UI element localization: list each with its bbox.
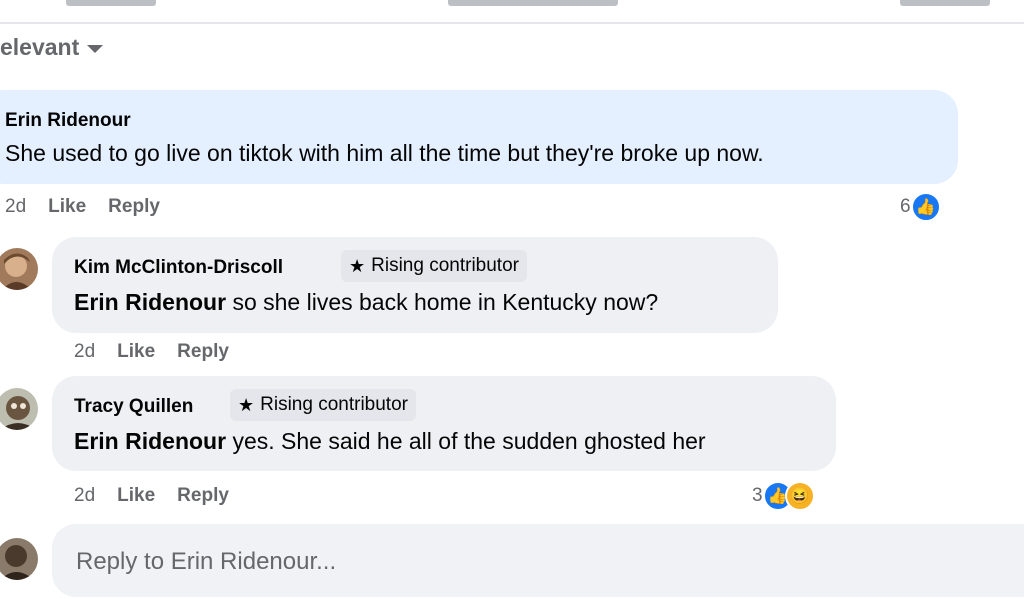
- reply-input[interactable]: [74, 524, 978, 599]
- badge-label: Rising contributor: [260, 394, 408, 415]
- reply-button[interactable]: Reply: [177, 485, 229, 506]
- like-button[interactable]: Like: [48, 196, 86, 217]
- reply-button[interactable]: Reply: [108, 196, 160, 217]
- mention-link[interactable]: Erin Ridenour: [74, 289, 226, 315]
- comment-actions: 2d Like Reply: [5, 196, 160, 218]
- reply-button[interactable]: Reply: [177, 341, 229, 362]
- reaction-summary[interactable]: 6 👍: [900, 192, 941, 222]
- reaction-summary[interactable]: 3 👍 😆: [752, 481, 815, 511]
- rising-contributor-badge: ★ Rising contributor: [230, 389, 416, 421]
- comment-actions: 2d Like Reply: [74, 485, 229, 507]
- like-button[interactable]: Like: [117, 341, 155, 362]
- like-button[interactable]: Like: [117, 485, 155, 506]
- comment-actions: 2d Like Reply: [74, 341, 229, 363]
- comment-author[interactable]: Erin Ridenour: [5, 110, 131, 132]
- action-bar: [0, 0, 1024, 24]
- comment-text: Erin Ridenour yes. She said he all of th…: [74, 428, 706, 455]
- action-stub-left[interactable]: [66, 0, 156, 6]
- comment-text: She used to go live on tiktok with him a…: [5, 140, 764, 166]
- star-icon: ★: [238, 394, 255, 415]
- avatar[interactable]: [0, 248, 38, 290]
- reaction-count: 6: [900, 196, 911, 217]
- star-icon: ★: [349, 255, 366, 276]
- current-user-avatar[interactable]: [0, 538, 38, 580]
- reaction-count: 3: [752, 485, 763, 506]
- laughing-face-icon: 😆: [784, 481, 815, 511]
- comment-time[interactable]: 2d: [5, 196, 26, 217]
- action-stub-right[interactable]: [900, 0, 990, 6]
- reply-composer: [52, 524, 1024, 599]
- comment-author[interactable]: Tracy Quillen: [74, 396, 193, 418]
- comment-text: Erin Ridenour so she lives back home in …: [74, 289, 658, 316]
- comment-time[interactable]: 2d: [74, 341, 95, 362]
- comment-body: so she lives back home in Kentucky now?: [226, 289, 659, 315]
- avatar[interactable]: [0, 388, 38, 430]
- sort-label: elevant: [0, 34, 80, 60]
- thumbs-up-icon: 👍: [910, 192, 941, 222]
- action-stub-center[interactable]: [448, 0, 618, 6]
- rising-contributor-badge: ★ Rising contributor: [341, 250, 527, 282]
- comment-author[interactable]: Kim McClinton-Driscoll: [74, 257, 283, 279]
- comment-bubble: [0, 90, 958, 184]
- comment-body: yes. She said he all of the sudden ghost…: [226, 428, 706, 454]
- badge-label: Rising contributor: [371, 255, 519, 276]
- chevron-down-icon: [87, 44, 104, 53]
- comment-bubble: [52, 376, 836, 471]
- sort-dropdown[interactable]: elevant: [0, 34, 104, 61]
- mention-link[interactable]: Erin Ridenour: [74, 428, 226, 454]
- comment-time[interactable]: 2d: [74, 485, 95, 506]
